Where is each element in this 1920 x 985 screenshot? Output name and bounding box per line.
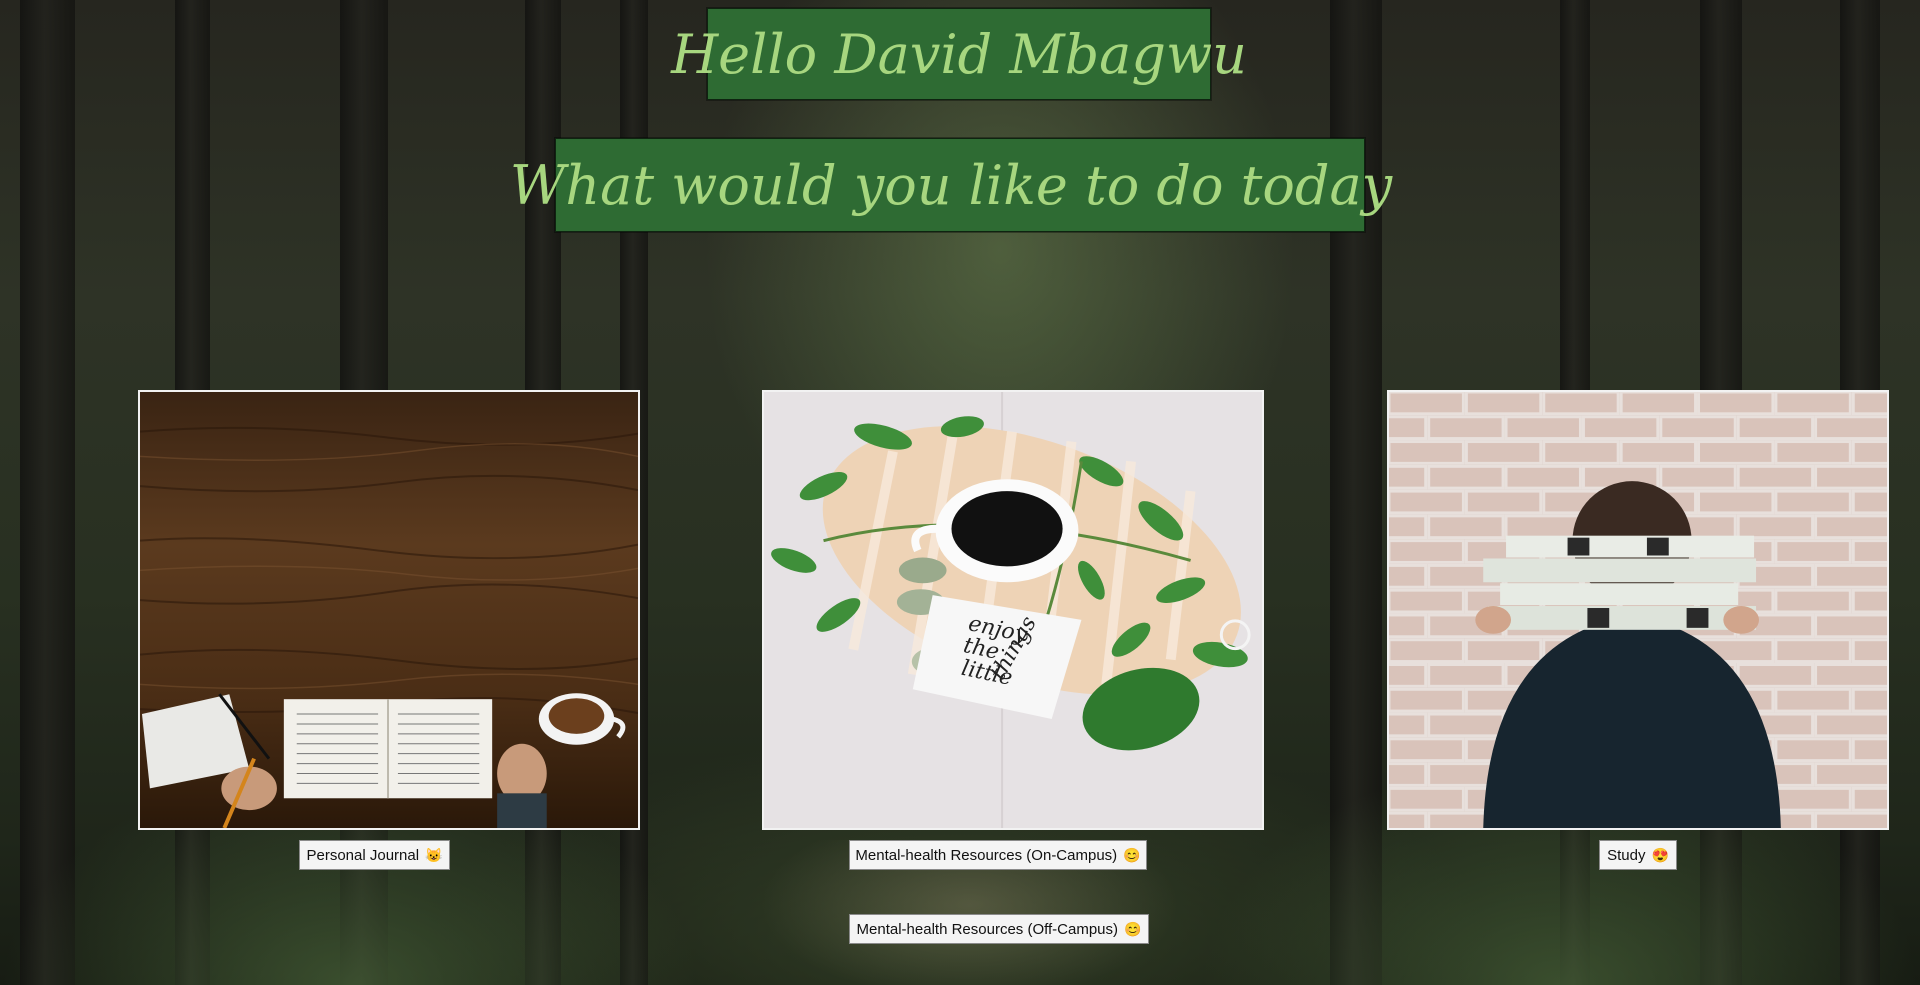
heart-eyes-face-icon: 😍: [1651, 846, 1669, 863]
on-campus-resources-button[interactable]: Mental-health Resources (On-Campus) 😊: [849, 840, 1147, 870]
wellness-image[interactable]: enjoy the little things: [762, 390, 1264, 830]
study-button[interactable]: Study 😍: [1599, 840, 1677, 870]
off-campus-resources-button[interactable]: Mental-health Resources (Off-Campus) 😊: [849, 914, 1149, 944]
off-campus-resources-label: Mental-health Resources (Off-Campus): [856, 920, 1119, 938]
greeting-text: Hello David Mbagwu: [671, 22, 1247, 86]
question-banner: What would you like to do today: [510, 138, 1392, 232]
journal-image[interactable]: [138, 390, 640, 830]
smiling-face-icon: 😊: [1124, 920, 1142, 937]
study-label: Study: [1607, 846, 1646, 864]
personal-journal-button[interactable]: Personal Journal 😺: [299, 840, 450, 870]
question-text: What would you like to do today: [509, 153, 1393, 217]
greeting-banner: Hello David Mbagwu: [671, 8, 1247, 100]
smiling-face-icon: 😊: [1123, 846, 1141, 863]
personal-journal-label: Personal Journal: [306, 846, 420, 864]
on-campus-resources-label: Mental-health Resources (On-Campus): [855, 846, 1118, 864]
forest-background: Hello David Mbagwu What would you like t…: [0, 0, 1920, 985]
study-image[interactable]: [1387, 390, 1889, 830]
cat-face-icon: 😺: [425, 846, 443, 863]
